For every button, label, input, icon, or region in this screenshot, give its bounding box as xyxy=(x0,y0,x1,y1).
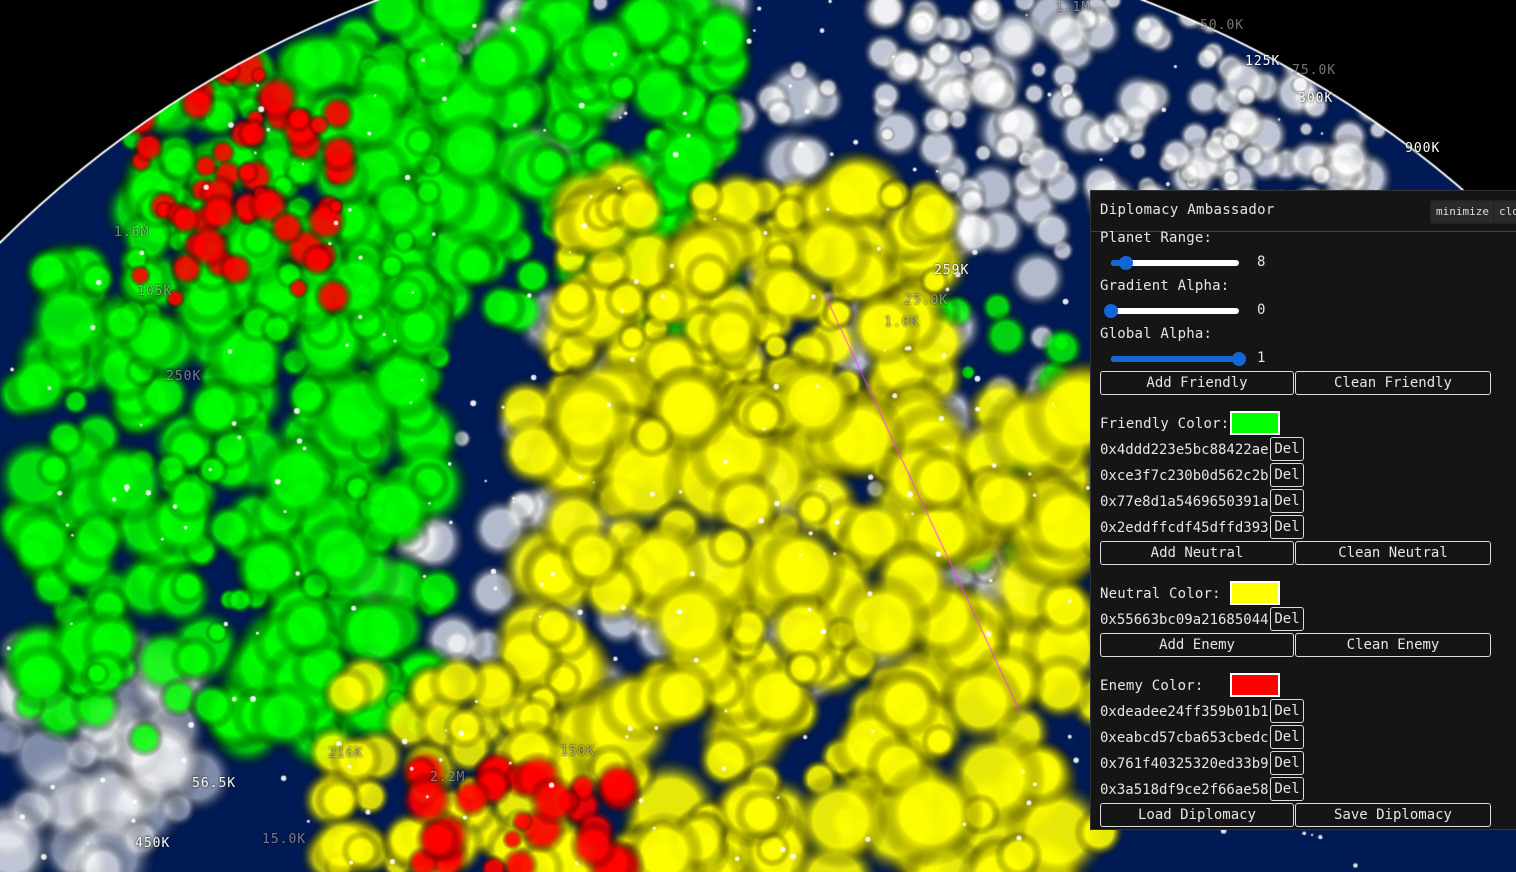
delete-enemy-button[interactable]: Del xyxy=(1270,699,1304,723)
planet-level-label: 105K xyxy=(137,284,173,299)
planet-level-label: 25.0K xyxy=(904,293,949,308)
diplomacy-ambassador-panel: Diplomacy Ambassador minimize clo Planet… xyxy=(1090,190,1516,830)
panel-titlebar[interactable]: Diplomacy Ambassador minimize clo xyxy=(1091,191,1516,232)
delete-enemy-button[interactable]: Del xyxy=(1270,777,1304,801)
friendly-color-swatch[interactable] xyxy=(1230,411,1280,435)
planet-level-label: 75.0K xyxy=(1292,63,1337,78)
planet-level-label: 900K xyxy=(1405,141,1441,156)
planet-level-label: 250K xyxy=(166,369,202,384)
slider-knob[interactable] xyxy=(1104,304,1118,318)
add-enemy-button[interactable]: Add Enemy xyxy=(1100,633,1294,657)
planet-level-label: 259K xyxy=(934,263,970,278)
enemy-color-swatch[interactable] xyxy=(1230,673,1280,697)
planet-level-label: 1.6M xyxy=(114,225,150,240)
gradient-alpha-label: Gradient Alpha: xyxy=(1100,278,1230,294)
global-alpha-value: 1 xyxy=(1257,350,1266,366)
delete-enemy-button[interactable]: Del xyxy=(1270,725,1304,749)
neutral-color-swatch[interactable] xyxy=(1230,581,1280,605)
enemy-address: 0xeabcd57cba653cbedc xyxy=(1100,730,1269,746)
friendly-address: 0x2eddffcdf45dffd393 xyxy=(1100,520,1269,536)
friendly-address: 0x4ddd223e5bc88422ae xyxy=(1100,442,1269,458)
add-neutral-button[interactable]: Add Neutral xyxy=(1100,541,1294,565)
friendly-color-label: Friendly Color: xyxy=(1100,416,1230,432)
friendly-address: 0xce3f7c230b0d562c2b xyxy=(1100,468,1269,484)
planet-level-label: 1.1M xyxy=(1055,0,1091,15)
gradient-alpha-value: 0 xyxy=(1257,302,1266,318)
slider-knob[interactable] xyxy=(1119,256,1134,270)
planet-range-label: Planet Range: xyxy=(1100,230,1213,246)
planet-level-label: 300K xyxy=(1298,91,1334,106)
friendly-address: 0x77e8d1a5469650391a xyxy=(1100,494,1269,510)
slider-knob[interactable] xyxy=(1232,352,1246,366)
delete-friendly-button[interactable]: Del xyxy=(1270,489,1304,513)
planet-range-slider[interactable] xyxy=(1111,256,1239,270)
save-diplomacy-button[interactable]: Save Diplomacy xyxy=(1295,803,1491,827)
delete-neutral-button[interactable]: Del xyxy=(1270,607,1304,631)
enemy-color-label: Enemy Color: xyxy=(1100,678,1204,694)
panel-title: Diplomacy Ambassador xyxy=(1100,202,1275,218)
minimize-button[interactable]: minimize xyxy=(1430,200,1495,224)
clean-neutral-button[interactable]: Clean Neutral xyxy=(1295,541,1491,565)
global-alpha-slider[interactable] xyxy=(1111,352,1246,366)
planet-level-label: 150K xyxy=(560,744,596,759)
neutral-address: 0x55663bc09a21685044 xyxy=(1100,612,1269,628)
delete-enemy-button[interactable]: Del xyxy=(1270,751,1304,775)
gradient-alpha-slider[interactable] xyxy=(1104,304,1239,318)
enemy-address: 0xdeadee24ff359b01b1 xyxy=(1100,704,1269,720)
delete-friendly-button[interactable]: Del xyxy=(1270,515,1304,539)
enemy-address: 0x761f40325320ed33b9 xyxy=(1100,756,1269,772)
planet-range-value: 8 xyxy=(1257,254,1266,270)
planet-level-label: 15.0K xyxy=(262,832,307,847)
global-alpha-label: Global Alpha: xyxy=(1100,326,1213,342)
delete-friendly-button[interactable]: Del xyxy=(1270,437,1304,461)
slider-fill xyxy=(1111,356,1239,362)
planet-level-label: 216K xyxy=(328,746,364,761)
planet-level-label: 50.0K xyxy=(1200,18,1245,33)
clean-enemy-button[interactable]: Clean Enemy xyxy=(1295,633,1491,657)
planet-level-label: 56.5K xyxy=(192,776,237,791)
planet-level-label: 1.0K xyxy=(884,315,920,330)
add-friendly-button[interactable]: Add Friendly xyxy=(1100,371,1294,395)
delete-friendly-button[interactable]: Del xyxy=(1270,463,1304,487)
close-button[interactable]: clo xyxy=(1493,200,1516,224)
clean-friendly-button[interactable]: Clean Friendly xyxy=(1295,371,1491,395)
planet-level-label: 2.2M xyxy=(430,770,466,785)
planet-level-label: 125K xyxy=(1245,54,1281,69)
enemy-address: 0x3a518df9ce2f66ae58 xyxy=(1100,782,1269,798)
load-diplomacy-button[interactable]: Load Diplomacy xyxy=(1100,803,1294,827)
planet-level-label: 450K xyxy=(135,836,171,851)
neutral-color-label: Neutral Color: xyxy=(1100,586,1221,602)
